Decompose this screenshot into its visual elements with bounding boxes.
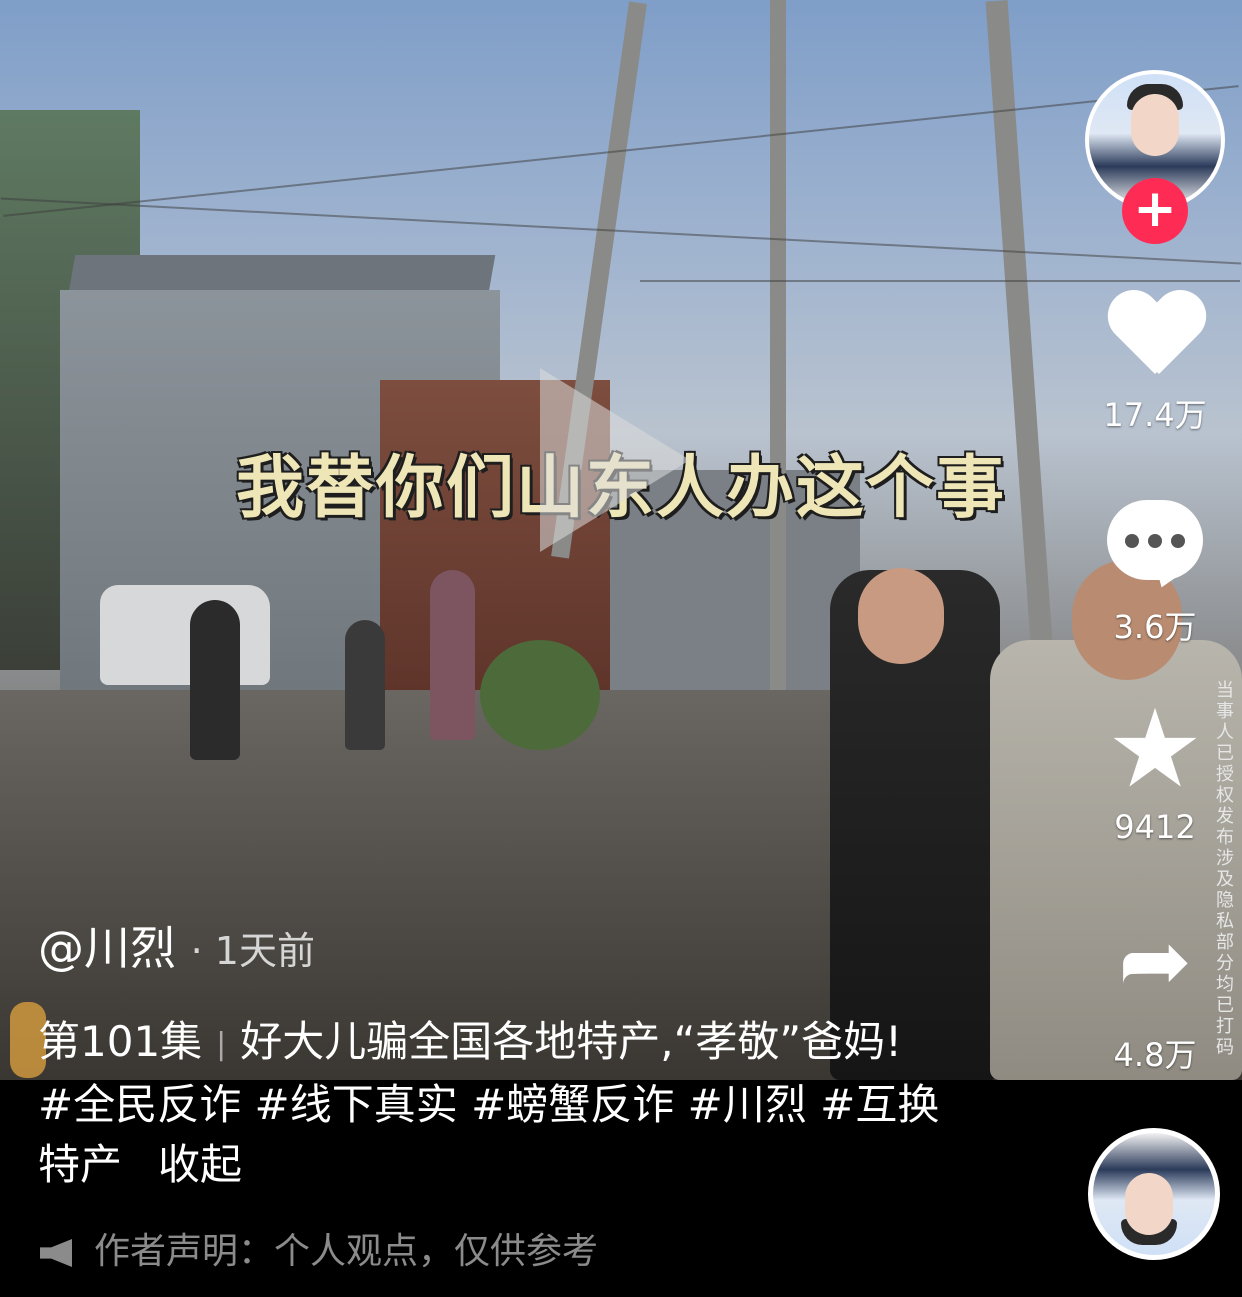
bystander bbox=[430, 570, 475, 740]
author-name[interactable]: @川烈 bbox=[38, 921, 176, 975]
shrub bbox=[480, 640, 600, 750]
man-black-shirt-head bbox=[858, 568, 944, 664]
utility-pole bbox=[770, 0, 786, 700]
post-time: · 1天前 bbox=[190, 929, 315, 973]
hashtag-continued[interactable]: 特产 bbox=[38, 1140, 122, 1189]
separator: | bbox=[216, 1026, 227, 1062]
parked-car bbox=[100, 585, 270, 685]
share-button[interactable]: ➦ 4.8万 bbox=[1090, 916, 1220, 1076]
episode-label: 第101集 bbox=[38, 1017, 203, 1066]
bystander bbox=[345, 620, 385, 750]
comment-count: 3.6万 bbox=[1113, 608, 1197, 646]
author-line: @川烈 · 1天前 bbox=[38, 912, 315, 978]
favorite-button[interactable]: ★ 9412 bbox=[1090, 687, 1220, 847]
like-count: 17.4万 bbox=[1103, 396, 1207, 434]
share-icon: ➦ bbox=[1118, 909, 1192, 1012]
follow-button[interactable]: + bbox=[1122, 178, 1188, 244]
comment-icon bbox=[1107, 500, 1203, 580]
speaker-icon bbox=[40, 1239, 72, 1267]
comment-button[interactable]: 3.6万 bbox=[1090, 500, 1220, 648]
bystander bbox=[190, 600, 240, 760]
star-icon: ★ bbox=[1106, 687, 1204, 812]
music-disc[interactable] bbox=[1088, 1128, 1220, 1260]
hashtags[interactable]: #全民反诈 #线下真实 #螃蟹反诈 #川烈 #互换 bbox=[38, 1075, 998, 1135]
post-title: 好大儿骗全国各地特产,“孝敬”爸妈! bbox=[240, 1017, 902, 1066]
collapse-button[interactable]: 收起 bbox=[158, 1140, 242, 1189]
author-statement-text: 作者声明：个人观点，仅供参考 bbox=[94, 1231, 599, 1272]
play-icon[interactable] bbox=[540, 368, 690, 552]
heart-icon bbox=[1107, 292, 1203, 382]
share-count: 4.8万 bbox=[1113, 1036, 1197, 1074]
author-statement: 作者声明：个人观点，仅供参考 bbox=[40, 1222, 598, 1274]
favorite-count: 9412 bbox=[1114, 808, 1196, 846]
power-line bbox=[640, 280, 1240, 282]
post-description[interactable]: 第101集 | 好大儿骗全国各地特产,“孝敬”爸妈! #全民反诈 #线下真实 #螃蟹… bbox=[38, 1012, 998, 1195]
like-button[interactable]: 17.4万 bbox=[1090, 292, 1220, 436]
